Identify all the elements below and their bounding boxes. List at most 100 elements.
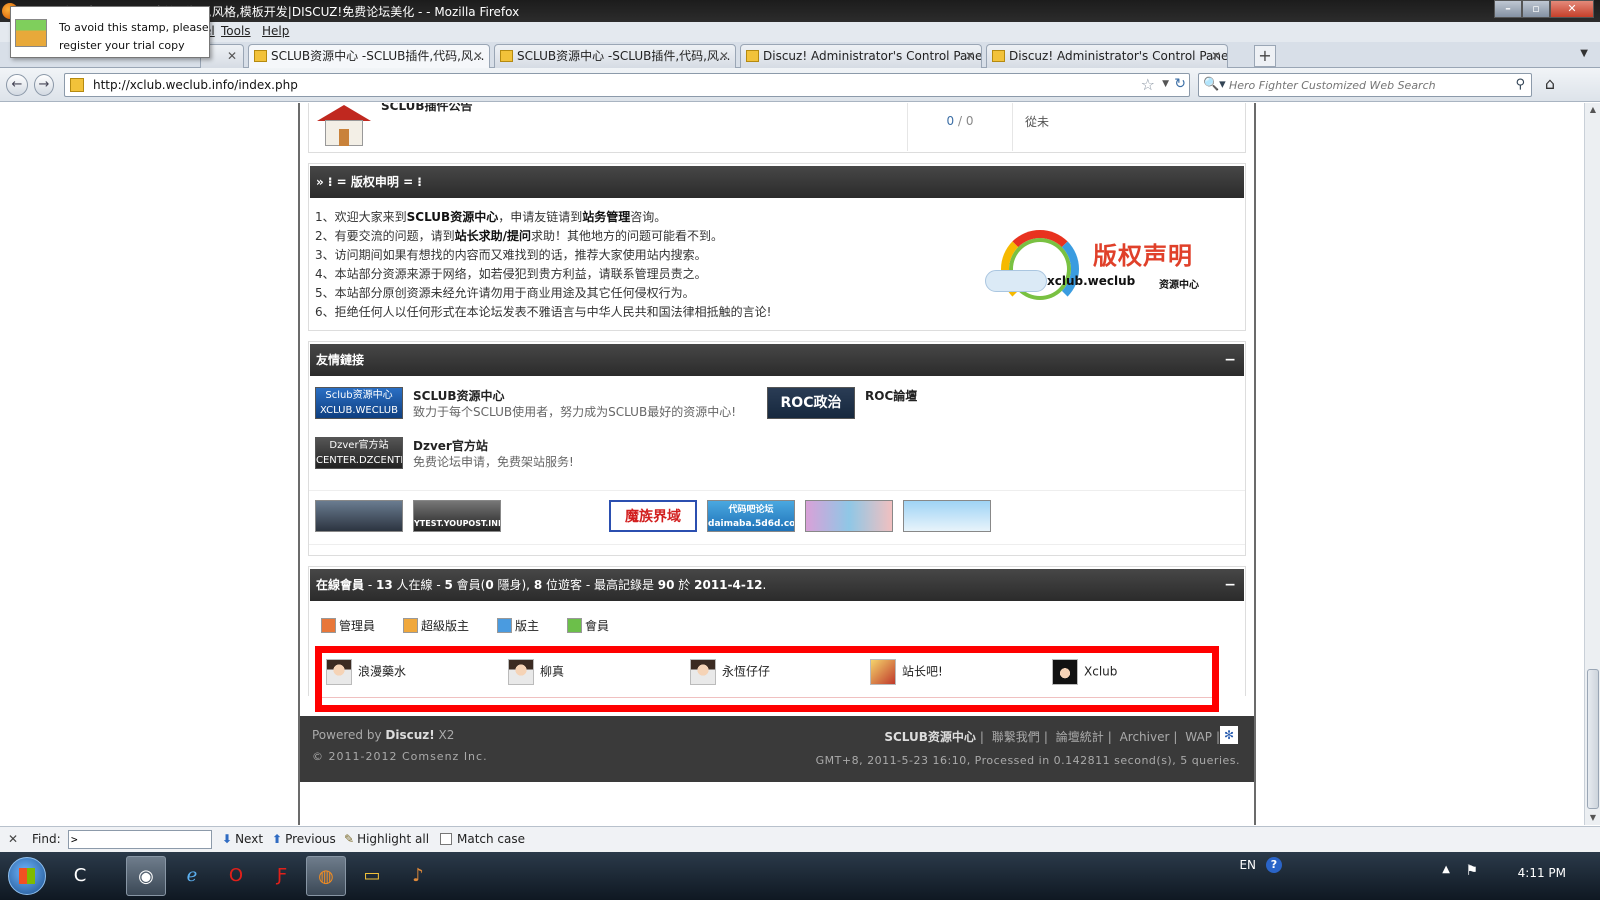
taskbar-app-opera[interactable]: O [216, 856, 256, 896]
forward-button[interactable]: → [34, 74, 54, 96]
friend-link-thumb[interactable]: 魔族界域 [609, 500, 697, 532]
url-bar[interactable]: ☆ ▼ ↻ [64, 73, 1190, 97]
minimize-button[interactable]: – [1494, 0, 1522, 18]
windows-logo-icon [19, 868, 35, 884]
tab-sclub-2[interactable]: SCLUB资源中心 -SCLUB插件,代码,风... ✕ [494, 44, 736, 68]
forum-name-link[interactable]: SCLUB插件公告 [381, 103, 473, 114]
menu-item-tools[interactable]: Tools [221, 24, 251, 38]
online-member[interactable]: 柳真 [508, 659, 564, 685]
friend-link-title[interactable]: ROC論壇 [865, 387, 917, 404]
taskbar-app-filezilla[interactable]: Ƒ [262, 856, 302, 896]
taskbar-app-explorer[interactable]: ▭ [352, 856, 392, 896]
action-center-flag-icon[interactable]: ⚑ [1465, 863, 1478, 879]
footer-link-contact[interactable]: 聯繫我們 [992, 730, 1040, 744]
window-controls: – ▫ ✕ [1494, 0, 1594, 18]
taskbar-app-chrome[interactable]: ◉ [126, 856, 166, 896]
notice-link[interactable]: SCLUB资源中心 [407, 210, 499, 224]
menu-item-help[interactable]: Help [262, 24, 289, 38]
forum-house-icon [317, 103, 371, 147]
taskbar-app-c[interactable]: C [60, 856, 100, 896]
maximize-button[interactable]: ▫ [1522, 0, 1550, 18]
help-icon[interactable]: ? [1266, 857, 1282, 873]
search-engine-icon[interactable]: 🔍▾ [1203, 77, 1226, 92]
footer-link-wap[interactable]: WAP [1185, 730, 1212, 744]
collapse-toggle[interactable]: − [1224, 344, 1236, 376]
section-header: » ⁝ = 版权申明 = ⁝ [310, 166, 1244, 198]
reload-icon[interactable]: ↻ [1174, 76, 1186, 92]
notice-link[interactable]: 站长求助/提问 [455, 229, 531, 243]
search-go-icon[interactable]: ⚲ [1515, 77, 1525, 92]
discuz-link[interactable]: Discuz! [385, 728, 434, 742]
vertical-scrollbar[interactable]: ▲ ▼ [1584, 103, 1600, 825]
friend-link-logo[interactable]: Dzver官方站 CENTER.DZCENTER [315, 437, 403, 469]
friend-link-thumb[interactable]: YTEST.YOUPOST.INF [413, 500, 501, 532]
show-hidden-icons-icon[interactable]: ▲ [1442, 864, 1450, 875]
clock[interactable]: 4:11 PM [1518, 866, 1566, 880]
tab-close-icon[interactable]: ✕ [965, 45, 975, 67]
notice-item: 1、欢迎大家来到SCLUB资源中心，申请友链请到站务管理咨询。 [315, 210, 667, 224]
friend-link-thumb[interactable] [805, 500, 893, 532]
section-title[interactable]: 在線會員 [316, 578, 364, 592]
tab-close-icon[interactable]: ✕ [719, 45, 729, 67]
taskbar-app-firefox[interactable]: ◍ [306, 856, 346, 896]
legend-super-moderator: 超級版主 [403, 617, 469, 634]
baidu-paw-icon[interactable]: ✻ [1220, 726, 1238, 744]
tab-close-icon[interactable]: ✕ [227, 45, 237, 67]
find-previous-button[interactable]: ⬆ Previous [272, 832, 336, 846]
search-bar[interactable]: 🔍▾ ⚲ [1198, 73, 1532, 97]
friend-link-thumb[interactable] [315, 500, 403, 532]
banner-sub: 资源中心 [1159, 280, 1199, 291]
footer-link-stats[interactable]: 論壇統計 [1056, 730, 1104, 744]
home-icon[interactable]: ⌂ [1538, 74, 1562, 96]
scroll-down-arrow-icon[interactable]: ▼ [1585, 811, 1600, 825]
match-case-checkbox[interactable]: Match case [440, 832, 525, 846]
bookmark-star-icon[interactable]: ☆ [1141, 75, 1155, 94]
scrollbar-thumb[interactable] [1587, 669, 1599, 809]
scroll-up-arrow-icon[interactable]: ▲ [1585, 103, 1600, 117]
start-button[interactable] [8, 857, 46, 895]
record-count: 90 [657, 578, 675, 592]
online-member[interactable]: 浪漫藥水 [326, 659, 406, 685]
find-next-button[interactable]: ⬇ Next [222, 832, 263, 846]
folder-favicon-icon [500, 50, 513, 62]
footer-link-home[interactable]: SCLUB资源中心 [884, 730, 976, 744]
friend-link-logo[interactable]: Sclub资源中心 XCLUB.WECLUB [315, 387, 403, 419]
close-window-button[interactable]: ✕ [1550, 0, 1594, 18]
friend-link-logo[interactable]: ROC政治 [767, 387, 855, 419]
tab-list-dropdown-icon[interactable]: ▼ [1580, 48, 1588, 59]
online-member[interactable]: Xclub [1052, 659, 1117, 685]
friend-link-title[interactable]: Dzver官方站 [413, 437, 488, 454]
back-button[interactable]: ← [6, 74, 28, 96]
collapse-toggle[interactable]: − [1224, 569, 1236, 601]
close-find-bar-icon[interactable]: ✕ [8, 832, 18, 846]
url-input[interactable] [93, 76, 1093, 94]
taskbar-app-ie[interactable]: ℯ [172, 856, 212, 896]
friend-link-thumb[interactable]: 代码吧论坛 daimaba.5d6d.com [707, 500, 795, 532]
friend-link-title[interactable]: SCLUB资源中心 [413, 387, 505, 404]
friend-link-thumb[interactable] [903, 500, 991, 532]
forum-last-post: 從未 [1025, 115, 1050, 129]
tab-admin-cp-1[interactable]: Discuz! Administrator's Control Panel ✕ [740, 44, 982, 68]
footer-link-archiver[interactable]: Archiver [1120, 730, 1170, 744]
new-tab-button[interactable]: + [1254, 45, 1276, 67]
tab-sclub-1[interactable]: SCLUB资源中心 -SCLUB插件,代码,风... ✕ [248, 44, 490, 68]
online-members-section: 在線會員 - 13 人在線 - 5 會員(0 隱身), 8 位遊客 - 最高記錄… [308, 566, 1246, 712]
highlight-all-button[interactable]: ✎ Highlight all [344, 832, 429, 846]
notice-link[interactable]: 站务管理 [582, 210, 630, 224]
url-history-dropdown-icon[interactable]: ▼ [1162, 79, 1169, 89]
search-input[interactable] [1229, 77, 1499, 93]
tab-close-icon[interactable]: ✕ [1211, 45, 1221, 67]
language-indicator[interactable]: EN [1239, 858, 1256, 872]
find-input[interactable] [68, 830, 212, 849]
find-label: Find: [32, 832, 61, 846]
taskbar-app-media[interactable]: ♪ [398, 856, 438, 896]
find-bar: ✕ Find: ⬇Next ⬆Previous ✎Highlight all M… [0, 826, 1600, 852]
tab-close-icon[interactable]: ✕ [473, 45, 483, 67]
divider [309, 490, 1245, 491]
online-member[interactable]: 站长吧! [870, 659, 943, 685]
online-member[interactable]: 永恆仔仔 [690, 659, 770, 685]
tab-admin-cp-2[interactable]: Discuz! Administrator's Control Panel ✕ [986, 44, 1228, 68]
forum-stats-sep: / [954, 114, 966, 128]
checkbox-icon[interactable] [440, 833, 452, 845]
member-count: 5 [444, 578, 453, 592]
